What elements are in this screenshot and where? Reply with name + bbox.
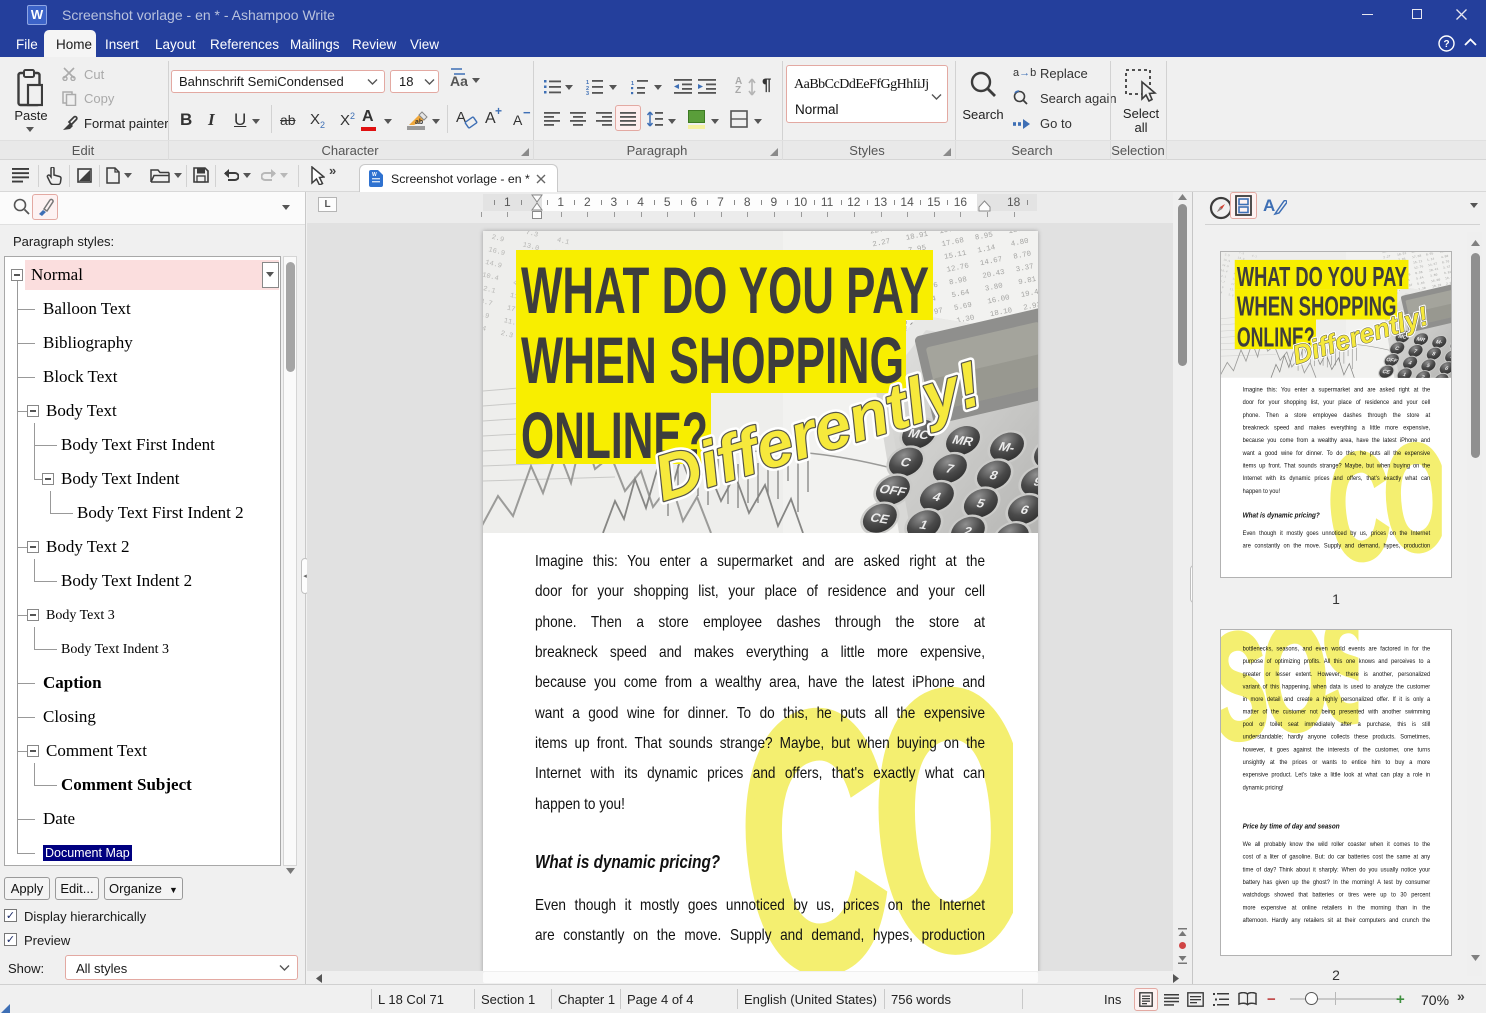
svg-text:1: 1 [631, 81, 634, 87]
svg-text:W: W [372, 172, 377, 178]
svg-text:3: 3 [586, 91, 589, 95]
svg-text:ab: ab [415, 119, 423, 126]
svg-text:Differently!: Differently! [1289, 301, 1432, 371]
svg-text:?: ? [1443, 39, 1449, 50]
svg-text:Differently!: Differently! [646, 347, 989, 514]
